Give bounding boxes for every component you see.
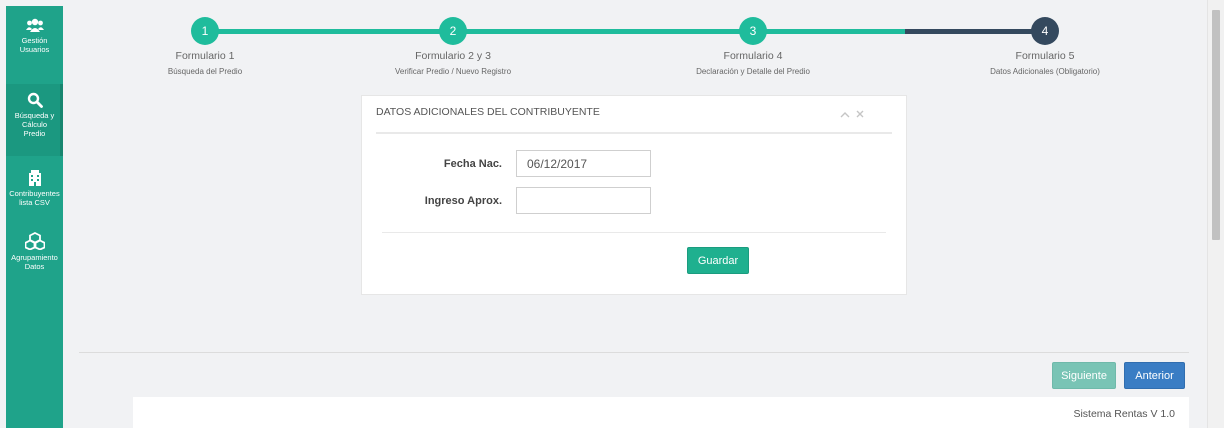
guardar-button[interactable]: Guardar [687,247,749,274]
search-icon [27,92,43,108]
step-3-title: Formulario 4 [723,50,783,62]
footer-version: Sistema Rentas V 1.0 [1073,408,1175,420]
chevron-up-icon[interactable] [840,111,850,118]
sidebar-item-label: Cálculo [21,120,47,129]
sidebar-item-gestion-usuarios[interactable]: Gestión Usuarios [6,18,63,54]
sidebar-item-agrupamiento[interactable]: Agrupamiento Datos [6,232,63,271]
scrollbar-thumb[interactable] [1212,10,1220,240]
step-1-subtitle: Búsqueda del Predio [167,67,243,76]
users-icon [25,18,44,32]
ingreso-aprox-input[interactable] [516,187,651,214]
step-3-circle[interactable]: 3 [739,17,767,45]
step-1-circle[interactable]: 1 [191,17,219,45]
building-icon [28,170,41,186]
step-1-title: Formulario 1 [175,50,235,62]
sidebar-item-label: Contribuyentes [9,189,60,198]
siguiente-button[interactable]: Siguiente [1052,362,1116,389]
sidebar-item-label: Agrupamiento [11,253,58,262]
step-3-subtitle: Declaración y Detalle del Predio [696,67,810,76]
sidebar-item-label: Usuarios [19,45,50,54]
panel-divider [382,232,886,233]
close-icon[interactable] [856,110,864,118]
panel-title: DATOS ADICIONALES DEL CONTRIBUYENTE [376,106,600,118]
cubes-icon [24,232,45,250]
content-divider [79,352,1189,353]
sidebar-item-busqueda-calculo[interactable]: Búsqueda y Cálculo Predio [6,84,63,156]
sidebar: Gestión Usuarios Búsqueda y Cálculo Pred… [6,6,63,428]
vertical-scrollbar[interactable] [1207,0,1224,428]
step-4-title: Formulario 5 [1015,50,1075,62]
stepper-track-completed [205,29,905,34]
panel-tools [840,109,864,120]
step-2-subtitle: Verificar Predio / Nuevo Registro [394,67,512,76]
sidebar-item-label: Datos [24,262,45,271]
sidebar-item-label: lista CSV [19,198,50,207]
sidebar-item-label: Gestión [21,36,48,45]
anterior-button[interactable]: Anterior [1124,362,1185,389]
sidebar-item-label: Predio [23,129,46,138]
step-2-title: Formulario 2 y 3 [415,50,491,62]
fecha-nac-input[interactable] [516,150,651,177]
fecha-nac-label: Fecha Nac. [443,158,502,170]
step-2-circle[interactable]: 2 [439,17,467,45]
sidebar-item-label: Búsqueda y [14,111,55,120]
stepper-track-pending [905,29,1045,34]
panel-divider [376,132,892,134]
footer: Sistema Rentas V 1.0 [133,397,1189,428]
step-4-circle[interactable]: 4 [1031,17,1059,45]
sidebar-item-contribuyentes[interactable]: Contribuyentes lista CSV [6,170,63,207]
ingreso-aprox-label: Ingreso Aprox. [424,195,502,207]
datos-adicionales-panel: DATOS ADICIONALES DEL CONTRIBUYENTE Fech… [361,95,907,295]
step-4-subtitle: Datos Adicionales (Obligatorio) [990,67,1100,76]
